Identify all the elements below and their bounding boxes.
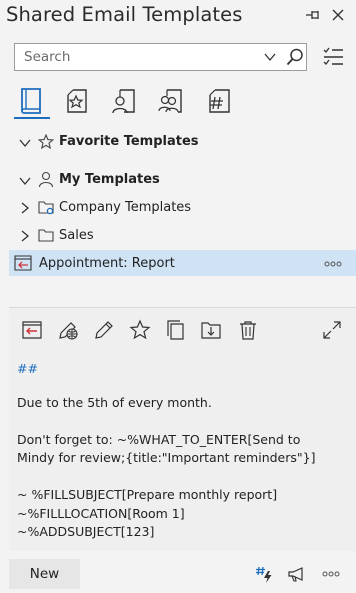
new-button[interactable]: New — [9, 559, 80, 589]
folder-icon — [38, 229, 54, 242]
preview-line: Due to the 5th of every month. — [17, 394, 212, 410]
star-icon — [38, 134, 54, 150]
active-tab-indicator — [14, 117, 50, 119]
tree-item-sales[interactable]: Sales — [0, 222, 356, 248]
preview-line — [17, 412, 347, 431]
move-to-folder-icon[interactable] — [200, 319, 222, 341]
more-options-icon[interactable] — [324, 261, 342, 267]
template-label: Appointment: Report — [39, 256, 175, 271]
tree-item-favorites[interactable]: Favorite Templates — [0, 129, 356, 155]
chevron-down-icon[interactable] — [19, 175, 31, 187]
star-icon[interactable] — [129, 319, 151, 341]
close-icon[interactable] — [329, 6, 347, 24]
hash-page-icon[interactable] — [204, 85, 236, 117]
tree-item-my-templates[interactable]: My Templates — [0, 167, 356, 193]
filter-list-icon[interactable] — [322, 46, 344, 68]
pin-icon[interactable] — [304, 7, 324, 23]
more-options-icon[interactable] — [322, 571, 340, 577]
search-box[interactable]: Search — [14, 43, 307, 71]
tree-item-label: My Templates — [59, 172, 160, 187]
search-input[interactable]: Search — [24, 49, 70, 65]
shared-folder-icon — [38, 201, 54, 215]
pane-title: Shared Email Templates — [6, 3, 243, 26]
tree-item-label: Company Templates — [59, 200, 192, 215]
tree-item-company-templates[interactable]: Company Templates — [0, 195, 356, 221]
insert-template-icon — [14, 255, 32, 271]
chevron-right-icon[interactable] — [19, 230, 31, 242]
preview-line: ~%ADDSUBJECT[123] — [17, 524, 155, 539]
chevron-right-icon[interactable] — [19, 202, 31, 214]
template-item-appointment-report[interactable]: Appointment: Report — [9, 250, 356, 276]
book-icon[interactable] — [16, 85, 48, 117]
insert-icon[interactable] — [21, 319, 43, 341]
hash-lightning-icon[interactable] — [254, 564, 274, 584]
tree-item-label: Sales — [59, 228, 94, 243]
preview-line — [17, 468, 347, 487]
pencil-icon[interactable] — [93, 319, 115, 341]
chevron-down-icon[interactable] — [264, 52, 276, 62]
template-preview-text: ## Due to the 5th of every month. Don't … — [17, 360, 347, 542]
tree-item-label: Favorite Templates — [59, 134, 199, 149]
macro-hash: ## — [17, 361, 38, 376]
edit-shared-icon[interactable] — [57, 319, 79, 341]
delete-icon[interactable] — [237, 319, 259, 341]
chevron-down-icon[interactable] — [19, 137, 31, 149]
preview-line: Don't forget to: ~%WHAT_TO_ENTER[Send to — [17, 431, 301, 447]
star-page-icon[interactable] — [62, 85, 94, 117]
person-page-icon[interactable] — [109, 85, 141, 117]
preview-line: ~ %FILLSUBJECT[Prepare monthly report] — [17, 487, 278, 502]
expand-icon[interactable] — [321, 319, 343, 341]
preview-line: Mindy for review;{title:"Important remin… — [17, 450, 316, 465]
people-page-icon[interactable] — [156, 85, 188, 117]
person-icon — [38, 171, 54, 188]
preview-line: ~%FILLLOCATION[Room 1] — [17, 505, 185, 521]
search-icon[interactable] — [286, 48, 304, 66]
megaphone-icon[interactable] — [287, 565, 307, 583]
copy-icon[interactable] — [165, 319, 187, 341]
